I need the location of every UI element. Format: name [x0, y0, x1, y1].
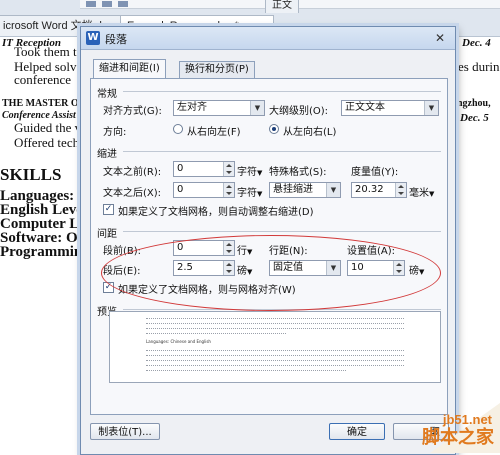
indent-before-unit[interactable]: 字符▼ — [237, 163, 262, 178]
doc-fragment: ngzhou, — [457, 98, 491, 109]
grid-indent-checkbox[interactable]: ✓ — [103, 204, 114, 215]
ok-button[interactable]: 确定 — [329, 423, 385, 440]
indent-before-value: 0 — [177, 163, 184, 174]
watermark-name: 脚本之家 — [422, 427, 494, 448]
indent-before-label: 文本之前(R): — [103, 167, 162, 178]
chevron-down-icon: ▼ — [257, 169, 263, 177]
indent-after-value: 0 — [177, 184, 184, 195]
chevron-down-icon: ▼ — [326, 183, 340, 197]
special-format-label: 特殊格式(S): — [269, 167, 327, 178]
preview-box: Languages: Chinese and English — [109, 311, 441, 383]
measure-input[interactable]: 20.32 — [351, 182, 407, 198]
divider — [123, 91, 441, 92]
measure-unit-label: 毫米 — [409, 188, 429, 199]
highlight-ellipse — [101, 235, 441, 311]
section-heading-indent: 缩进 — [97, 149, 117, 160]
outline-level-label: 大纲级别(O): — [269, 106, 329, 117]
dialog-titlebar[interactable]: W 段落 ✕ — [81, 27, 455, 50]
preview-line — [146, 355, 404, 357]
alignment-select[interactable]: 左对齐 ▼ — [173, 100, 265, 116]
direction-label: 方向: — [103, 127, 127, 138]
align-right-icon[interactable] — [118, 1, 128, 7]
alignment-value: 左对齐 — [177, 102, 207, 113]
radio-ltr[interactable] — [269, 124, 279, 134]
preview-line — [146, 365, 404, 367]
divider — [123, 151, 441, 152]
site-watermark: jb51.net 脚本之家 — [380, 403, 500, 453]
tab-label: 缩进和间距(I) — [99, 63, 160, 74]
style-box[interactable]: 正文 — [265, 0, 299, 13]
grid-indent-label: 如果定义了文档网格，则自动调整右缩进(D) — [118, 207, 314, 218]
style-box-label: 正文 — [272, 0, 292, 11]
doc-fragment: Dec. 5 — [460, 112, 489, 124]
preview-line — [146, 350, 404, 352]
doc-fragment: es durin — [458, 59, 500, 74]
chevron-down-icon: ▼ — [424, 101, 438, 115]
doc-line: Guided the v — [14, 120, 82, 135]
section-heading-general: 常规 — [97, 89, 117, 100]
doc-fragment: Dec. 4 — [462, 37, 491, 49]
outline-level-select[interactable]: 正文文本 ▼ — [341, 100, 439, 116]
indent-after-unit[interactable]: 字符▼ — [237, 184, 262, 199]
radio-rtl[interactable] — [173, 124, 183, 134]
indent-after-label: 文本之后(X): — [103, 188, 162, 199]
preview-sample-text: Languages: Chinese and English — [146, 339, 211, 344]
outline-level-value: 正文文本 — [345, 102, 385, 113]
section-heading-spacing: 间距 — [97, 229, 117, 240]
indent-after-unit-label: 字符 — [237, 188, 257, 199]
doc-line: Programmin — [0, 244, 83, 260]
chevron-down-icon: ▼ — [257, 190, 263, 198]
special-format-value: 悬挂缩进 — [273, 184, 313, 195]
doc-line: Offered tech — [14, 135, 80, 150]
doc-line: Took them t — [14, 44, 77, 59]
preview-line — [146, 328, 404, 330]
measure-label: 度量值(Y): — [351, 167, 399, 178]
doc-line: SKILLS — [0, 165, 62, 184]
preview-line — [146, 333, 286, 335]
dialog-title: 段落 — [105, 33, 127, 46]
close-icon[interactable]: ✕ — [429, 30, 451, 46]
wps-writer-icon: W — [86, 31, 100, 45]
preview-line — [146, 323, 404, 325]
spinner-icon[interactable] — [223, 162, 234, 176]
align-center-icon[interactable] — [102, 1, 112, 7]
spinner-icon[interactable] — [395, 183, 406, 197]
tab-line-page-breaks[interactable]: 换行和分页(P) — [179, 61, 255, 78]
chevron-down-icon: ▼ — [429, 190, 435, 198]
preview-line — [146, 318, 404, 320]
doc-line: conference — [14, 72, 72, 87]
tab-stops-button[interactable]: 制表位(T)... — [90, 423, 160, 440]
radio-ltr-label: 从左向右(L) — [283, 127, 337, 138]
indent-before-unit-label: 字符 — [237, 167, 257, 178]
indent-after-input[interactable]: 0 — [173, 182, 235, 198]
measure-unit[interactable]: 毫米▼ — [409, 184, 434, 199]
indent-before-input[interactable]: 0 — [173, 161, 235, 177]
paragraph-dialog: W 段落 ✕ 缩进和间距(I) 换行和分页(P) 常规 对齐方式(G): 左对齐… — [80, 26, 456, 455]
preview-line — [146, 360, 404, 362]
chevron-down-icon: ▼ — [250, 101, 264, 115]
tab-indent-spacing[interactable]: 缩进和间距(I) — [93, 59, 166, 79]
alignment-label: 对齐方式(G): — [103, 106, 162, 117]
radio-rtl-label: 从右向左(F) — [187, 127, 241, 138]
preview-line — [146, 370, 346, 372]
special-format-select[interactable]: 悬挂缩进 ▼ — [269, 182, 341, 198]
tab-label: 换行和分页(P) — [185, 64, 249, 75]
spinner-icon[interactable] — [223, 183, 234, 197]
divider — [123, 231, 441, 232]
align-left-icon[interactable] — [86, 1, 96, 7]
measure-value: 20.32 — [355, 184, 384, 195]
